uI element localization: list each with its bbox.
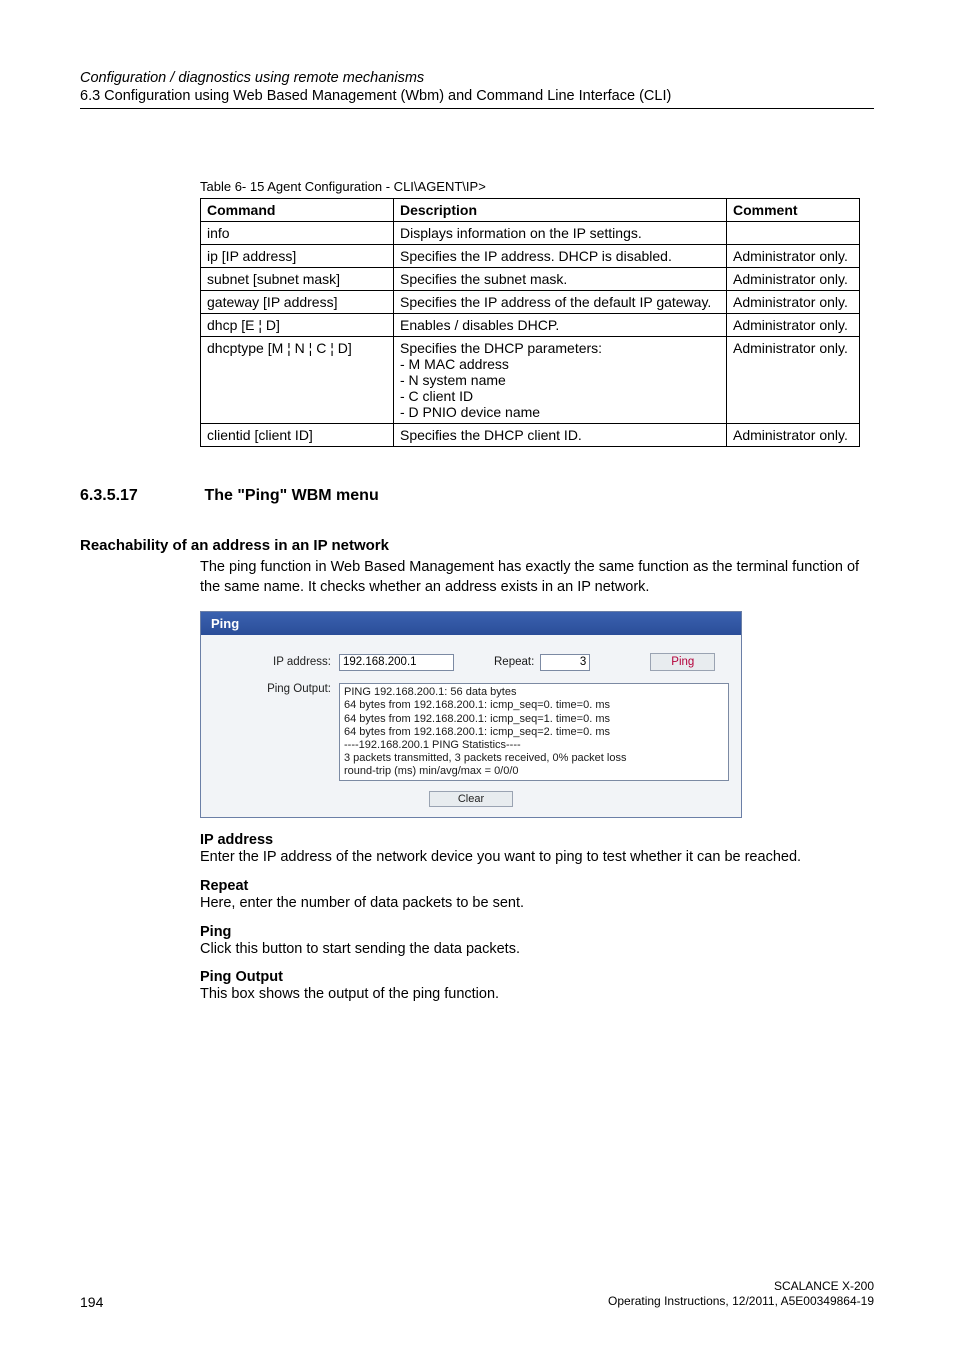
param-title: Ping Output	[200, 969, 874, 985]
table-caption: Table 6- 15 Agent Configuration - CLI\AG…	[200, 179, 874, 194]
cell-command: dhcp [E ¦ D]	[201, 314, 394, 337]
param-title: Repeat	[200, 878, 874, 894]
header-rule	[80, 108, 874, 109]
ping-output-label: Ping Output:	[211, 683, 339, 695]
reachability-text: The ping function in Web Based Managemen…	[200, 558, 874, 597]
cell-command: ip [IP address]	[201, 245, 394, 268]
th-description: Description	[394, 199, 727, 222]
clear-button[interactable]: Clear	[429, 791, 513, 807]
footer-product: SCALANCE X-200	[608, 1279, 874, 1295]
param-title: IP address	[200, 832, 874, 848]
page-number: 194	[80, 1294, 103, 1310]
ping-output: PING 192.168.200.1: 56 data bytes 64 byt…	[339, 683, 729, 781]
param-text: Enter the IP address of the network devi…	[200, 848, 874, 868]
table-row: clientid [client ID]Specifies the DHCP c…	[201, 424, 860, 447]
cell-comment	[727, 222, 860, 245]
table-row: gateway [IP address]Specifies the IP add…	[201, 291, 860, 314]
cell-description: Displays information on the IP settings.	[394, 222, 727, 245]
cell-comment: Administrator only.	[727, 291, 860, 314]
repeat-label: Repeat:	[494, 656, 534, 668]
cell-description: Specifies the DHCP client ID.	[394, 424, 727, 447]
repeat-input[interactable]	[540, 654, 590, 671]
param-text: Click this button to start sending the d…	[200, 940, 874, 960]
cli-table: Command Description Comment infoDisplays…	[200, 198, 860, 447]
cell-command: gateway [IP address]	[201, 291, 394, 314]
cell-description: Specifies the DHCP parameters: - M MAC a…	[394, 337, 727, 424]
cell-description: Enables / disables DHCP.	[394, 314, 727, 337]
param-text: Here, enter the number of data packets t…	[200, 894, 874, 914]
th-command: Command	[201, 199, 394, 222]
cell-description: Specifies the IP address of the default …	[394, 291, 727, 314]
cell-command: info	[201, 222, 394, 245]
table-row: ip [IP address]Specifies the IP address.…	[201, 245, 860, 268]
cell-command: dhcptype [M ¦ N ¦ C ¦ D]	[201, 337, 394, 424]
header-chapter: Configuration / diagnostics using remote…	[80, 70, 874, 86]
ip-address-label: IP address:	[211, 656, 339, 668]
table-row: infoDisplays information on the IP setti…	[201, 222, 860, 245]
section-title: The "Ping" WBM menu	[204, 487, 378, 505]
ping-button[interactable]: Ping	[650, 653, 715, 671]
reachability-heading: Reachability of an address in an IP netw…	[80, 537, 874, 554]
cell-command: subnet [subnet mask]	[201, 268, 394, 291]
cell-command: clientid [client ID]	[201, 424, 394, 447]
wbm-title: Ping	[201, 612, 741, 635]
cell-description: Specifies the subnet mask.	[394, 268, 727, 291]
table-row: dhcp [E ¦ D]Enables / disables DHCP.Admi…	[201, 314, 860, 337]
cell-description: Specifies the IP address. DHCP is disabl…	[394, 245, 727, 268]
section-number: 6.3.5.17	[80, 487, 200, 505]
wbm-ping-panel: Ping IP address: Repeat: Ping Ping Outpu…	[200, 611, 742, 818]
table-row: dhcptype [M ¦ N ¦ C ¦ D]Specifies the DH…	[201, 337, 860, 424]
param-title: Ping	[200, 924, 874, 940]
header-section: 6.3 Configuration using Web Based Manage…	[80, 88, 874, 104]
ip-address-input[interactable]	[339, 654, 454, 671]
cell-comment: Administrator only.	[727, 314, 860, 337]
cell-comment: Administrator only.	[727, 337, 860, 424]
table-row: subnet [subnet mask]Specifies the subnet…	[201, 268, 860, 291]
cell-comment: Administrator only.	[727, 245, 860, 268]
cell-comment: Administrator only.	[727, 268, 860, 291]
param-text: This box shows the output of the ping fu…	[200, 985, 874, 1005]
footer-docinfo: Operating Instructions, 12/2011, A5E0034…	[608, 1294, 874, 1310]
th-comment: Comment	[727, 199, 860, 222]
cell-comment: Administrator only.	[727, 424, 860, 447]
